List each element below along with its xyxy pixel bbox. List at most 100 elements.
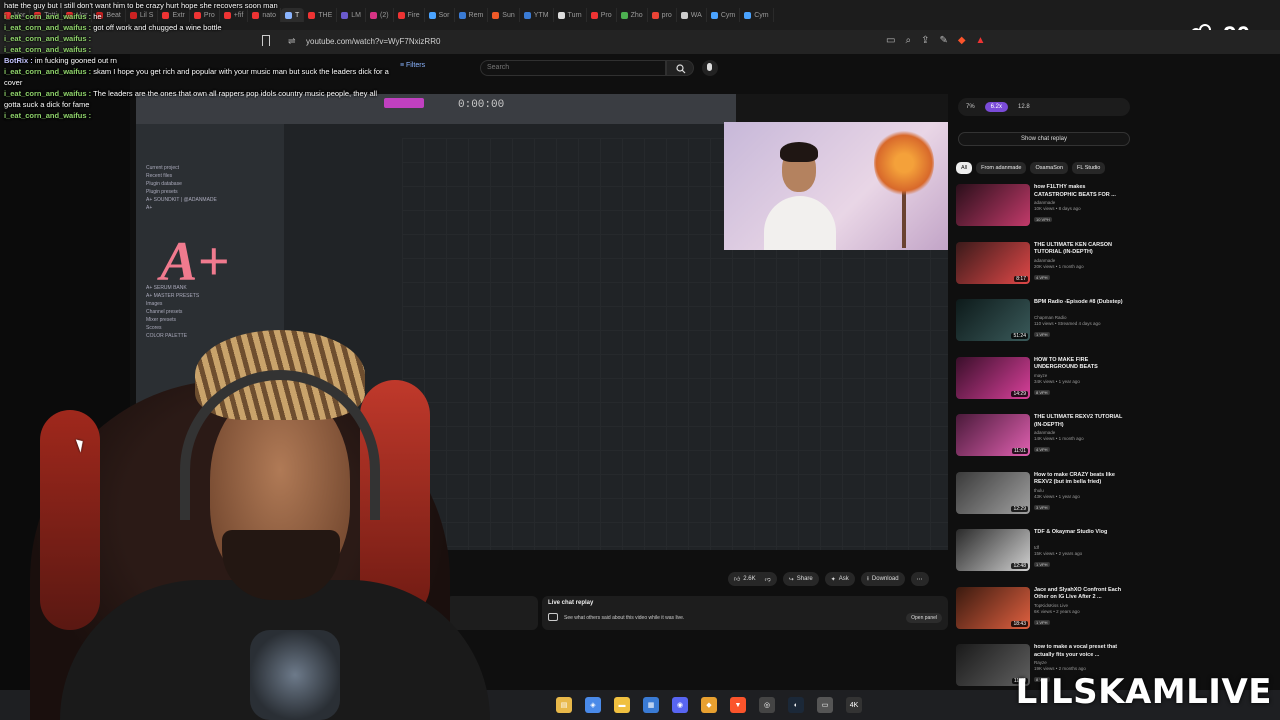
open-panel-button[interactable]: Open panel — [906, 613, 942, 623]
edit-icon[interactable]: ✎ — [939, 35, 947, 46]
chat-username: i_eat_corn_and_waifus : — [4, 89, 92, 98]
steam-icon[interactable]: ◐ — [788, 697, 804, 713]
browser-tab[interactable]: Turn — [554, 8, 587, 22]
zoom-icon[interactable]: ⌕ — [905, 35, 911, 46]
recommended-video[interactable]: 12:48 TDF & Okaymar Studio Vlog tdf 15K vie… — [956, 529, 1136, 587]
app-icon[interactable]: ▭ — [817, 697, 833, 713]
browser-tab[interactable]: WA — [677, 8, 707, 22]
video-title[interactable]: THE ULTIMATE KEN CARSON TUTORIAL (IN-DEP… — [1034, 242, 1126, 257]
vph-badge: 4 VPH — [1034, 447, 1050, 452]
daw-browser-item[interactable]: Channel presets — [136, 308, 284, 316]
browser-tab[interactable]: Sun — [488, 8, 520, 22]
taskbar-icon-list: ▤ ◈ ▬ ▦ ◉ ◆ ▼ ◎ ◐ ▭ 4K — [556, 697, 862, 713]
daw-browser-item[interactable]: Plugin presets — [136, 188, 284, 196]
chat-message: hate the guy but I still don't want him … — [0, 0, 420, 11]
search-input[interactable]: Search — [480, 60, 666, 76]
chat-text: hate the guy but I still don't want him … — [4, 1, 278, 10]
tab-label: Rem — [468, 11, 484, 19]
recommended-video[interactable]: 51:24 BPM Radio -Episode #8 (Dubstep) Chap… — [956, 299, 1136, 357]
folder-icon[interactable]: ▬ — [614, 697, 630, 713]
daw-browser-item[interactable]: A+ SOUNDKIT | @ADANMADE — [136, 196, 284, 204]
tab-favicon-icon — [458, 11, 466, 19]
tab-favicon-icon — [492, 11, 500, 19]
video-thumbnail[interactable]: 12:29 — [956, 471, 1030, 514]
tab-label: WA — [690, 11, 702, 19]
discord-icon[interactable]: ◉ — [672, 697, 688, 713]
voice-search-button[interactable] — [702, 60, 718, 76]
video-thumbnail[interactable] — [956, 184, 1030, 226]
filter-chip[interactable]: OsamaSon — [1030, 162, 1068, 174]
ask-button[interactable]: ✦ Ask — [824, 572, 855, 586]
video-thumbnail[interactable]: 14:29 — [956, 356, 1030, 399]
winamp-icon[interactable]: ◆ — [701, 697, 717, 713]
recommended-video[interactable]: 14:29 HOW TO MAKE FIRE UNDERGROUND BEATS m… — [956, 356, 1136, 415]
video-title[interactable]: How to make CRAZY beats like REXV2 (but … — [1034, 472, 1126, 487]
store-icon[interactable]: ▦ — [643, 697, 659, 713]
browser-tab[interactable]: pro — [648, 8, 677, 22]
video-title[interactable]: Jace and SlyahXO Confront Each Other on … — [1034, 587, 1126, 602]
tab-label: Cym — [754, 11, 769, 19]
sparkle-icon: ✦ — [830, 576, 836, 583]
daw-browser-item[interactable]: Mixer presets — [136, 316, 284, 324]
tab-favicon-icon — [590, 11, 598, 19]
tab-favicon-icon — [680, 11, 688, 19]
browser-tab[interactable]: Sor — [425, 8, 455, 22]
show-chat-replay-button[interactable]: Show chat replay — [958, 132, 1130, 146]
search-button[interactable] — [666, 60, 694, 76]
video-title[interactable]: how to make a vocal preset that actually… — [1034, 644, 1126, 659]
recommended-video[interactable]: 18:43 Jace and SlyahXO Confront Each Othe… — [956, 586, 1136, 645]
browser-tab[interactable]: Rem — [455, 8, 489, 22]
share-button[interactable]: ↪ Share — [782, 572, 819, 586]
copilot-icon[interactable]: ◈ — [585, 697, 601, 713]
recommended-video[interactable]: 11:01 THE ULTIMATE REXV2 TUTORIAL (IN-DEP… — [956, 414, 1136, 472]
4k-icon[interactable]: 4K — [846, 697, 862, 713]
video-title[interactable]: HOW TO MAKE FIRE UNDERGROUND BEATS — [1034, 357, 1126, 372]
screen-cast-icon[interactable]: ▭ — [886, 35, 895, 46]
download-button[interactable]: ⭳ Download — [860, 572, 905, 586]
recommended-video[interactable]: 12:29 How to make CRAZY beats like REXV2 … — [956, 471, 1136, 530]
browser-tab[interactable]: YTM — [520, 8, 554, 22]
thumbs-down-icon[interactable]: 👎︎ — [765, 575, 771, 583]
recommendation-chips: All From adanmade OsamaSon FL Studio — [956, 162, 1106, 174]
stat-pill: 6.2x — [984, 102, 1009, 112]
download-icon: ⭳ — [866, 576, 869, 582]
shirt-graphic — [250, 630, 340, 720]
rewards-icon[interactable]: ▲ — [976, 35, 986, 46]
video-title[interactable]: how F1LTHY makes CATASTROPHIC BEATS FOR … — [1034, 184, 1126, 199]
browser-tab[interactable]: Cym — [740, 8, 774, 22]
video-thumbnail[interactable]: 51:24 — [956, 299, 1030, 341]
more-actions-button[interactable]: ⋯ — [910, 572, 929, 586]
browser-tab[interactable]: Pro — [587, 8, 617, 22]
daw-browser-item[interactable]: Plugin database — [136, 180, 284, 188]
recommended-video[interactable]: 8:17 THE ULTIMATE KEN CARSON TUTORIAL (IN… — [956, 241, 1136, 300]
chat-text: got off work and chugged a wine bottle — [93, 23, 222, 32]
daw-browser-item[interactable]: Recent files — [136, 172, 284, 180]
tab-label: Pro — [600, 11, 612, 19]
file-explorer-icon[interactable]: ▤ — [556, 697, 572, 713]
daw-browser-item[interactable]: A+ — [136, 204, 284, 212]
video-thumbnail[interactable]: 11:01 — [956, 414, 1030, 456]
tab-favicon-icon — [557, 11, 565, 19]
share-icon[interactable]: ⇪ — [921, 35, 929, 46]
daw-browser-item[interactable]: Current project — [136, 164, 284, 172]
brave-shield-icon[interactable]: ◆ — [958, 35, 966, 46]
chat-message: i_eat_corn_and_waifus : skam I hope you … — [0, 66, 420, 77]
filter-chip[interactable]: All — [956, 162, 973, 174]
video-thumbnail[interactable]: 18:43 — [956, 586, 1030, 629]
daw-browser-item[interactable]: Images — [136, 300, 284, 308]
video-duration: 12:48 — [1011, 563, 1028, 569]
video-title[interactable]: BPM Radio -Episode #8 (Dubstep) — [1034, 299, 1126, 307]
browser-tab[interactable]: Zho — [617, 8, 648, 22]
like-button[interactable]: 👍︎ 2.6K 👎︎ — [728, 572, 777, 586]
video-meta: Chapman Radio 110 views • Streamed 4 days… — [1034, 315, 1126, 327]
filter-chip[interactable]: FL Studio — [1072, 162, 1106, 174]
video-title[interactable]: TDF & Okaymar Studio Vlog — [1034, 529, 1126, 537]
video-thumbnail[interactable]: 12:48 — [956, 529, 1030, 571]
recommended-video[interactable]: how F1LTHY makes CATASTROPHIC BEATS FOR … — [956, 184, 1136, 242]
video-thumbnail[interactable]: 8:17 — [956, 241, 1030, 284]
filter-chip[interactable]: From adanmade — [976, 162, 1027, 174]
video-title[interactable]: THE ULTIMATE REXV2 TUTORIAL (IN-DEPTH) — [1034, 414, 1126, 429]
brave-icon[interactable]: ▼ — [730, 697, 746, 713]
browser-tab[interactable]: Cym — [707, 8, 741, 22]
obs-icon[interactable]: ◎ — [759, 697, 775, 713]
